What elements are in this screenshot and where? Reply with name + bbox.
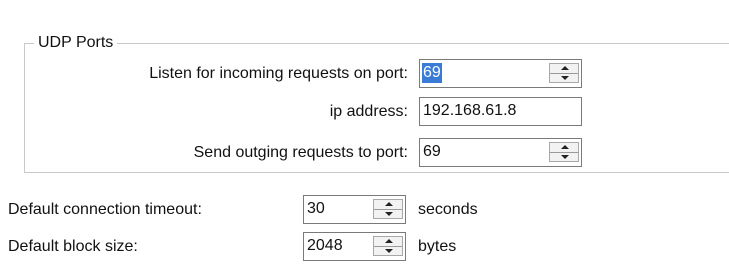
listen-port-label: Listen for incoming requests on port: <box>149 65 408 82</box>
udp-ports-title: UDP Ports <box>34 33 118 53</box>
spinner-up-icon[interactable] <box>385 239 393 243</box>
listen-port-input[interactable]: 69 <box>419 59 582 88</box>
send-port-spinner[interactable] <box>549 142 579 162</box>
block-size-value: 2048 <box>307 237 343 254</box>
spinner-down-icon[interactable] <box>561 76 569 80</box>
spinner-down-icon[interactable] <box>385 249 393 253</box>
ip-address-value: 192.168.61.8 <box>423 102 517 119</box>
ip-address-label: ip address: <box>329 103 408 120</box>
spinner-up-icon[interactable] <box>385 202 393 206</box>
block-size-input[interactable]: 2048 <box>303 232 406 261</box>
block-size-spinner[interactable] <box>373 236 403 256</box>
listen-port-value: 69 <box>422 63 442 83</box>
ip-address-input[interactable]: 192.168.61.8 <box>419 97 582 126</box>
timeout-input[interactable]: 30 <box>303 195 406 224</box>
block-size-label: Default block size: <box>8 238 138 255</box>
spinner-up-icon[interactable] <box>561 145 569 149</box>
listen-port-spinner[interactable] <box>549 63 579 83</box>
spinner-down-icon[interactable] <box>385 212 393 216</box>
send-port-value: 69 <box>423 143 441 160</box>
send-port-input[interactable]: 69 <box>419 138 582 167</box>
send-port-label: Send outging requests to port: <box>193 144 408 161</box>
timeout-unit: seconds <box>418 201 478 218</box>
timeout-spinner[interactable] <box>373 199 403 219</box>
timeout-value: 30 <box>307 200 325 217</box>
spinner-up-icon[interactable] <box>561 66 569 70</box>
spinner-down-icon[interactable] <box>561 155 569 159</box>
timeout-label: Default connection timeout: <box>8 201 202 218</box>
block-size-unit: bytes <box>418 238 457 255</box>
